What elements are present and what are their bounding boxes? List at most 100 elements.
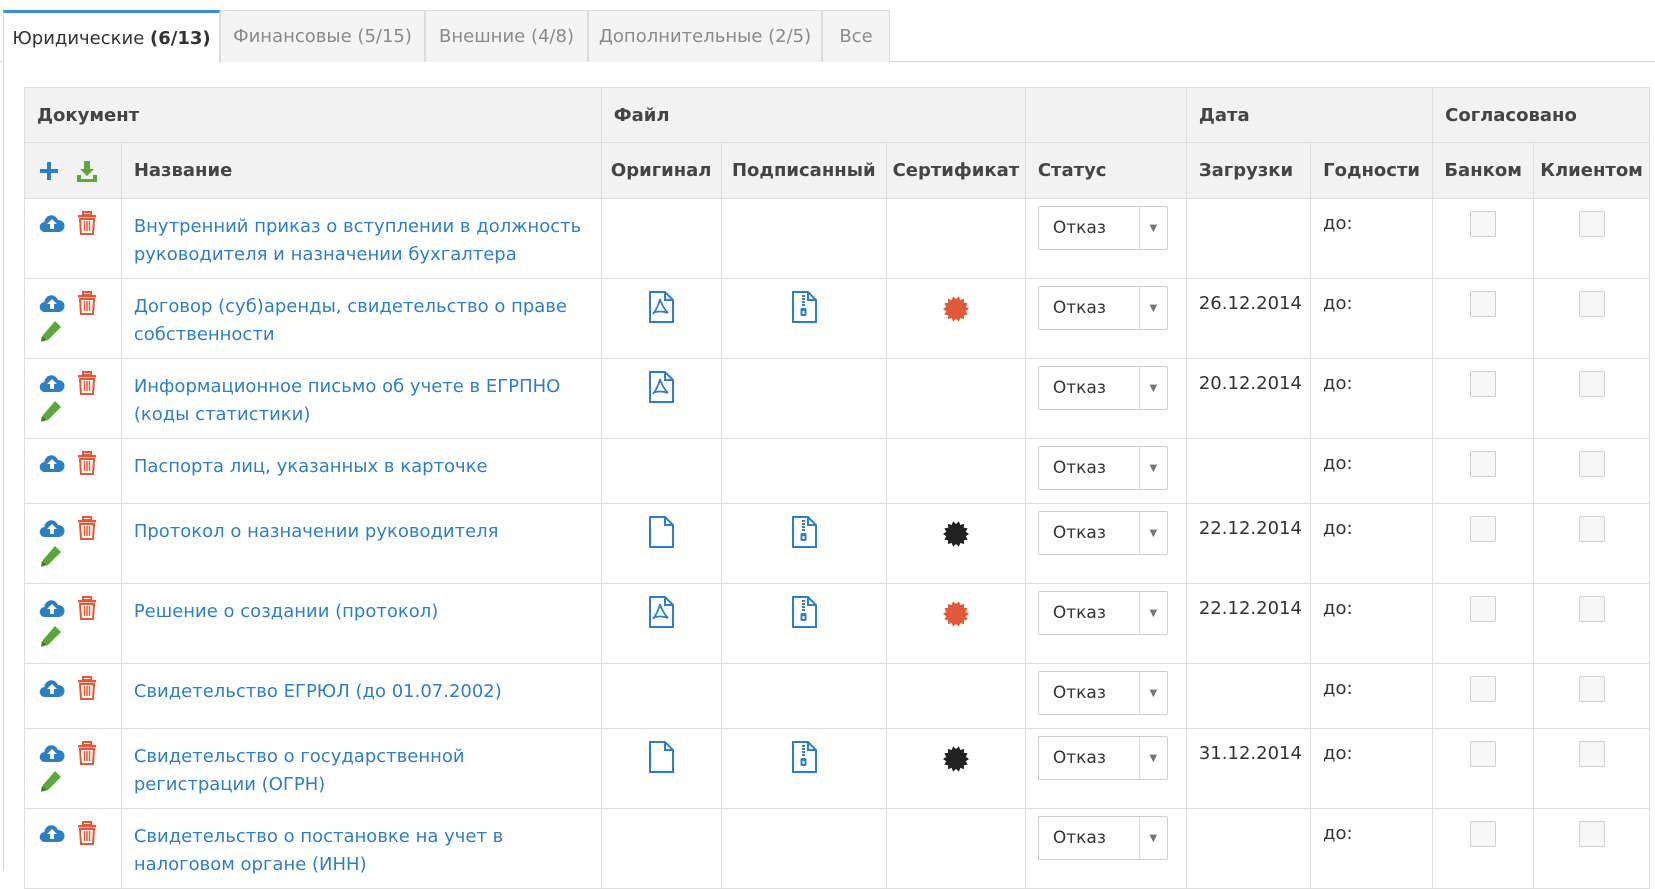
cloud-upload-icon[interactable]	[39, 518, 65, 538]
status-select[interactable]: Отказ ▼	[1037, 366, 1168, 410]
bank-approved-checkbox[interactable]	[1470, 741, 1497, 767]
pencil-icon[interactable]	[39, 544, 63, 568]
row-cert-cell	[885, 278, 1026, 359]
row-cert-cell	[885, 663, 1026, 729]
cloud-upload-icon[interactable]	[39, 743, 65, 763]
trash-icon[interactable]	[77, 291, 97, 315]
document-name-link[interactable]: Свидетельство о постановке на учет в нал…	[134, 826, 503, 875]
file-icon[interactable]	[647, 741, 675, 773]
bank-approved-checkbox[interactable]	[1470, 211, 1497, 237]
document-name-link[interactable]: Решение о создании (протокол)	[134, 601, 438, 622]
status-select[interactable]: Отказ ▼	[1037, 286, 1168, 330]
client-approved-checkbox[interactable]	[1578, 821, 1605, 847]
status-select[interactable]: Отказ ▼	[1037, 816, 1168, 860]
document-name-link[interactable]: Информационное письмо об учете в ЕГРПНО …	[134, 376, 561, 425]
status-select[interactable]: Отказ ▼	[1037, 671, 1168, 715]
trash-icon[interactable]	[77, 451, 97, 475]
tab-2[interactable]: Внешние (4/8)	[425, 10, 588, 62]
bank-approved-checkbox[interactable]	[1470, 291, 1497, 317]
pencil-icon[interactable]	[39, 399, 63, 423]
cloud-upload-icon[interactable]	[39, 453, 65, 473]
bank-approved-checkbox[interactable]	[1470, 821, 1497, 847]
cloud-upload-icon[interactable]	[39, 373, 65, 393]
valid-until: до:	[1323, 213, 1353, 234]
archive-file-icon[interactable]	[790, 596, 818, 628]
trash-icon[interactable]	[77, 371, 97, 395]
archive-file-icon[interactable]	[790, 516, 818, 548]
cloud-upload-icon[interactable]	[39, 823, 65, 843]
row-name-cell: Свидетельство о государственной регистра…	[120, 728, 602, 809]
client-approved-checkbox[interactable]	[1578, 596, 1605, 622]
cloud-upload-icon[interactable]	[39, 213, 65, 233]
certificate-seal-icon[interactable]	[942, 745, 970, 773]
document-name-link[interactable]: Свидетельство ЕГРЮЛ (до 01.07.2002)	[134, 681, 502, 702]
pdf-file-icon[interactable]	[647, 596, 675, 628]
cloud-upload-icon[interactable]	[39, 293, 65, 313]
archive-file-icon[interactable]	[790, 741, 818, 773]
col-header-client[interactable]: Клиентом	[1533, 142, 1650, 199]
client-approved-checkbox[interactable]	[1578, 291, 1605, 317]
certificate-seal-icon[interactable]	[942, 600, 970, 628]
pdf-file-icon[interactable]	[647, 291, 675, 323]
tab-3[interactable]: Дополнительные (2/5)	[588, 10, 822, 62]
col-header-signed[interactable]: Подписанный	[720, 142, 887, 199]
bank-approved-checkbox[interactable]	[1470, 516, 1497, 542]
valid-until: до:	[1323, 823, 1353, 844]
trash-icon[interactable]	[77, 821, 97, 845]
document-name-link[interactable]: Паспорта лиц, указанных в карточке	[134, 456, 488, 477]
client-approved-checkbox[interactable]	[1578, 741, 1605, 767]
document-name-link[interactable]: Договор (суб)аренды, свидетельство о пра…	[134, 296, 567, 345]
row-client-cell	[1533, 583, 1650, 664]
file-icon[interactable]	[647, 516, 675, 548]
row-upload-cell: 26.12.2014	[1185, 278, 1312, 359]
client-approved-checkbox[interactable]	[1578, 371, 1605, 397]
client-approved-checkbox[interactable]	[1578, 676, 1605, 702]
status-select[interactable]: Отказ ▼	[1037, 736, 1168, 780]
pencil-icon[interactable]	[39, 769, 63, 793]
client-approved-checkbox[interactable]	[1578, 516, 1605, 542]
status-select[interactable]: Отказ ▼	[1037, 206, 1168, 250]
trash-icon[interactable]	[77, 676, 97, 700]
archive-file-icon[interactable]	[790, 291, 818, 323]
document-name-link[interactable]: Протокол о назначении руководителя	[134, 521, 499, 542]
col-header-validity[interactable]: Годности	[1310, 142, 1434, 199]
col-header-status[interactable]: Статус	[1024, 142, 1187, 199]
trash-icon[interactable]	[77, 741, 97, 765]
col-header-bank[interactable]: Банком	[1432, 142, 1535, 199]
certificate-seal-icon[interactable]	[942, 295, 970, 323]
row-actions	[24, 663, 122, 729]
document-name-link[interactable]: Внутренний приказ о вступлении в должнос…	[134, 216, 581, 265]
bank-approved-checkbox[interactable]	[1470, 371, 1497, 397]
tab-4[interactable]: Все	[822, 10, 890, 62]
valid-until: до:	[1323, 373, 1353, 394]
cloud-upload-icon[interactable]	[39, 598, 65, 618]
col-header-certificate[interactable]: Сертификат	[885, 142, 1026, 199]
bank-approved-checkbox[interactable]	[1470, 451, 1497, 477]
trash-icon[interactable]	[77, 596, 97, 620]
trash-icon[interactable]	[77, 516, 97, 540]
tab-1[interactable]: Финансовые (5/15)	[220, 10, 425, 62]
cloud-upload-icon[interactable]	[39, 678, 65, 698]
trash-icon[interactable]	[77, 211, 97, 235]
col-header-original[interactable]: Оригинал	[600, 142, 722, 199]
plus-icon[interactable]	[39, 161, 59, 181]
pdf-file-icon[interactable]	[647, 371, 675, 403]
group-header-document: Документ	[24, 87, 602, 143]
tab-0[interactable]: Юридические (6/13)	[3, 10, 220, 63]
status-select[interactable]: Отказ ▼	[1037, 446, 1168, 490]
row-actions	[24, 438, 122, 504]
bank-approved-checkbox[interactable]	[1470, 676, 1497, 702]
pencil-icon[interactable]	[39, 624, 63, 648]
col-header-upload[interactable]: Загрузки	[1185, 142, 1312, 199]
table-row: Договор (суб)аренды, свидетельство о пра…	[24, 278, 1650, 359]
client-approved-checkbox[interactable]	[1578, 211, 1605, 237]
bank-approved-checkbox[interactable]	[1470, 596, 1497, 622]
download-icon[interactable]	[75, 159, 99, 183]
client-approved-checkbox[interactable]	[1578, 451, 1605, 477]
status-select[interactable]: Отказ ▼	[1037, 511, 1168, 555]
pencil-icon[interactable]	[39, 319, 63, 343]
col-header-name[interactable]: Название	[120, 142, 602, 199]
certificate-seal-icon[interactable]	[942, 520, 970, 548]
status-select[interactable]: Отказ ▼	[1037, 591, 1168, 635]
document-name-link[interactable]: Свидетельство о государственной регистра…	[134, 746, 465, 795]
